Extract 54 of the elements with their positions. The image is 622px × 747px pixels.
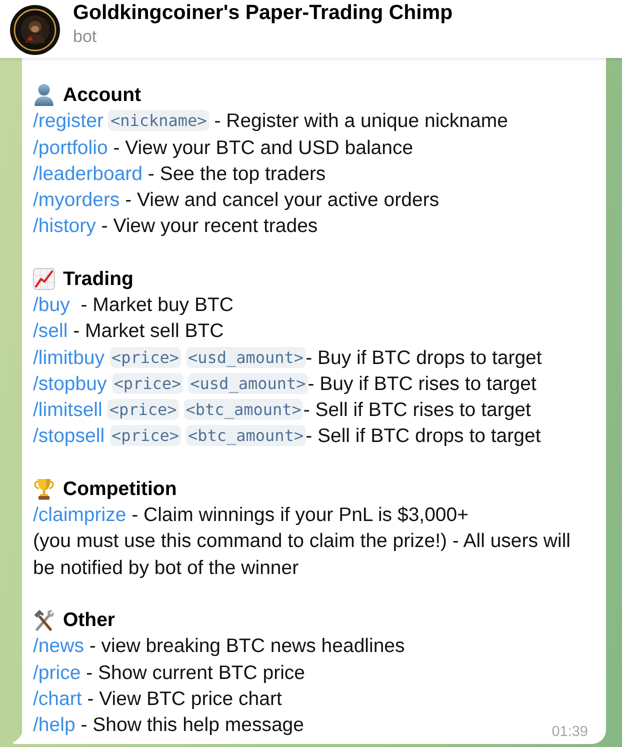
command-description: - View BTC price chart: [86, 688, 282, 710]
argument-code: <btc_amount>: [186, 425, 306, 446]
command-link[interactable]: /limitsell: [33, 399, 102, 421]
command-link[interactable]: /history: [33, 215, 96, 238]
argument-code: <price>: [107, 399, 179, 420]
section-heading: Other: [63, 608, 116, 633]
argument-code: <usd_amount>: [188, 372, 308, 394]
bot-avatar: [10, 5, 60, 55]
command-description: - View your recent trades: [100, 215, 318, 238]
chat-title: Goldkingcoiner's Paper-Trading Chimp: [73, 1, 453, 25]
command-description: - Show current BTC price: [85, 662, 306, 684]
command-link[interactable]: /stopsell: [33, 425, 105, 448]
command-link[interactable]: /limitbuy: [33, 346, 105, 368]
command-description: - view breaking BTC news headlines: [88, 635, 405, 658]
argument-code: <btc_amount>: [184, 399, 304, 420]
command-description: - Buy if BTC drops to target: [306, 346, 542, 368]
section-heading: Trading: [63, 266, 134, 292]
argument-code: <usd_amount>: [186, 346, 306, 368]
command-link[interactable]: /news: [33, 635, 84, 658]
command-link[interactable]: /claimprize: [33, 504, 126, 526]
section-heading: Account: [63, 83, 141, 108]
chat-subtitle: bot: [73, 26, 98, 48]
command-link[interactable]: /leaderboard: [33, 162, 142, 185]
command-description: - Register with a unique nickname: [213, 110, 508, 132]
command-description: - Sell if BTC drops to target: [306, 425, 541, 448]
trophy-icon: [33, 478, 55, 500]
rising-chart-icon: [33, 268, 55, 290]
argument-code: <price>: [110, 346, 181, 368]
command-description: - See the top traders: [146, 162, 326, 185]
argument-code: <price>: [112, 372, 184, 394]
command-description: - View your BTC and USD balance: [112, 136, 414, 158]
argument-code: <nickname>: [108, 110, 209, 132]
command-link[interactable]: /portfolio: [33, 136, 108, 158]
hammer-and-wrench-icon: [33, 609, 55, 632]
command-description: - Show this help message: [80, 714, 304, 736]
command-link[interactable]: /register: [33, 110, 104, 132]
command-link[interactable]: /price: [33, 662, 81, 684]
argument-code: <price>: [110, 425, 181, 446]
command-link[interactable]: /sell: [33, 320, 68, 342]
command-link[interactable]: /myorders: [33, 189, 120, 211]
command-description: - Market buy BTC: [80, 294, 234, 316]
command-description: - Market sell BTC: [72, 320, 224, 342]
command-description: - Sell if BTC rises to target: [303, 399, 531, 421]
command-link[interactable]: /stopbuy: [33, 372, 107, 395]
person-icon: [33, 84, 55, 106]
command-description: - View and cancel your active orders: [124, 189, 440, 211]
command-description: - Buy if BTC rises to target: [308, 372, 536, 395]
note-text: (you must use this command to claim the prize!) - All users will be notified by bot of the winner: [33, 529, 572, 580]
command-link[interactable]: /chart: [33, 688, 82, 710]
command-link[interactable]: /help: [33, 714, 76, 736]
command-link[interactable]: /buy: [33, 294, 70, 316]
command-description: - Claim winnings if your PnL is $3,000+: [130, 504, 469, 526]
message-time: 01:39: [552, 723, 588, 741]
section-heading: Competition: [63, 476, 177, 502]
